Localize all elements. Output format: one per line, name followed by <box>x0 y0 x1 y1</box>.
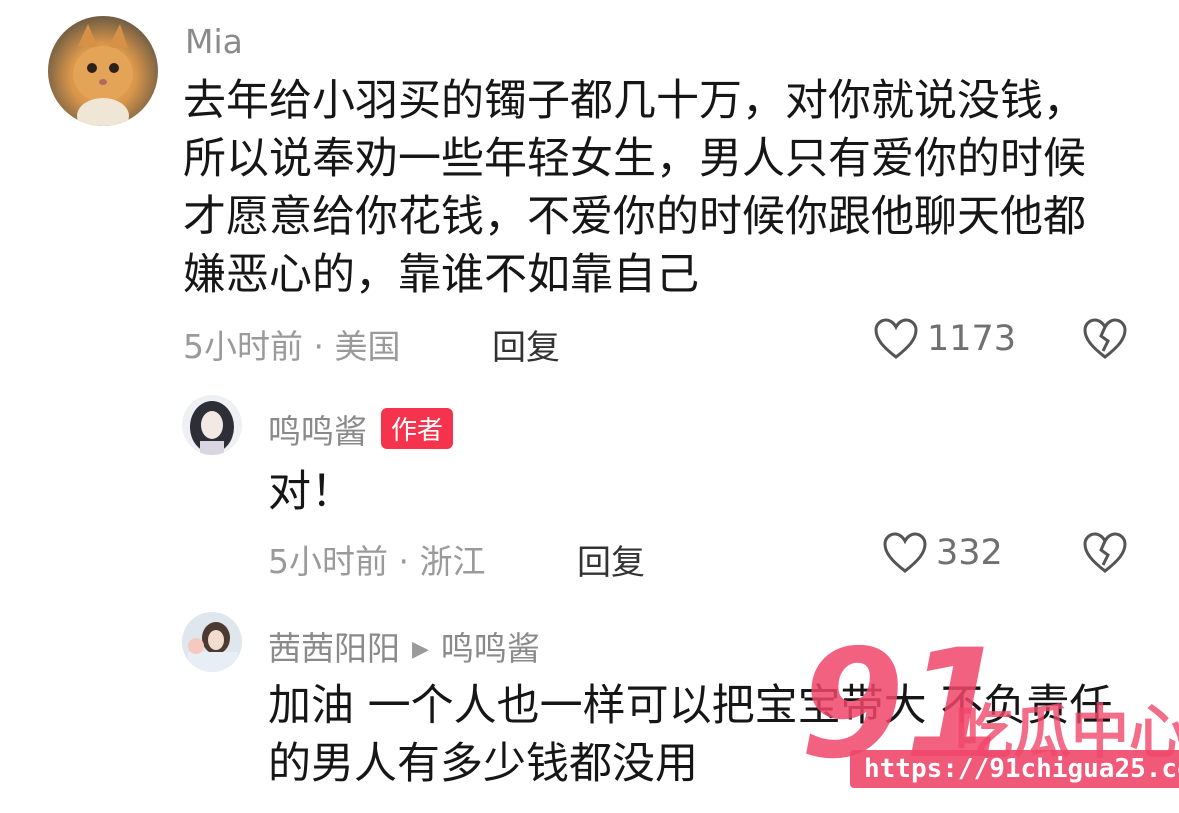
avatar[interactable] <box>182 612 242 672</box>
username-text[interactable]: 茜茜阳阳 <box>268 629 400 668</box>
reply-arrow-icon: ▶ <box>412 637 429 662</box>
comment-meta: 5小时前 · 美国 <box>183 327 401 366</box>
author-badge: 作者 <box>381 408 454 449</box>
heart-outline-icon <box>883 532 927 573</box>
username-text[interactable]: 鸣鸣酱 <box>268 412 367 451</box>
broken-heart-icon <box>1083 318 1127 359</box>
reply-button[interactable]: 回复 <box>492 320 560 369</box>
girl-avatar-icon <box>188 622 238 672</box>
comment-meta: 5小时前 · 浙江 <box>268 542 486 581</box>
dislike-button[interactable] <box>1082 532 1128 578</box>
girl-avatar-icon <box>190 401 234 455</box>
dislike-button[interactable] <box>1082 318 1128 364</box>
like-button[interactable]: 1173 <box>873 318 1016 360</box>
watermark-url: https://91chigua25.com <box>850 750 1179 788</box>
comment-meta-cut <box>268 800 868 813</box>
reply-to-user[interactable]: 鸣鸣酱 <box>441 629 540 668</box>
username: 鸣鸣酱 作者 <box>268 405 454 453</box>
avatar[interactable] <box>182 395 242 455</box>
like-count: 1173 <box>927 319 1017 359</box>
watermark: 91 吃瓜中心 https://91chigua25.com <box>780 630 1179 810</box>
comment-text: 对！ <box>268 467 354 517</box>
cat-avatar-icon <box>73 24 133 126</box>
username: 茜茜阳阳 ▶ 鸣鸣酱 <box>268 622 540 670</box>
reply-button[interactable]: 回复 <box>577 535 645 584</box>
heart-outline-icon <box>874 318 918 359</box>
avatar[interactable] <box>48 16 158 126</box>
comment-text: 去年给小羽买的镯子都几十万，对你就说没钱，所以说奉劝一些年轻女生，男人只有爱你的… <box>183 76 1086 300</box>
broken-heart-icon <box>1083 532 1127 573</box>
like-count: 332 <box>936 533 1003 573</box>
like-button[interactable]: 332 <box>882 532 1003 574</box>
username[interactable]: Mia <box>185 22 243 61</box>
